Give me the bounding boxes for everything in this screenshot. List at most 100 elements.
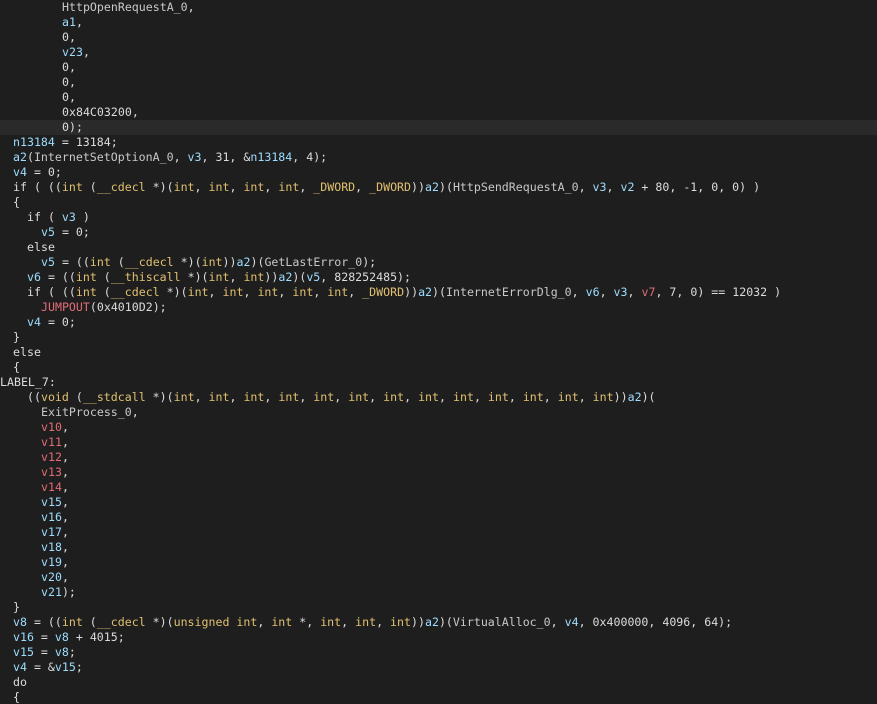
variable-token[interactable]: v3 [62, 210, 76, 224]
variable-token[interactable]: n13184 [13, 135, 55, 149]
code-line[interactable]: a1, [0, 15, 877, 30]
variable-token[interactable]: v5 [41, 225, 55, 239]
variable-token[interactable]: v5 [41, 255, 55, 269]
variable-token[interactable]: v4 [565, 615, 579, 629]
undefined-variable-token[interactable]: JUMPOUT [41, 300, 90, 314]
code-line[interactable]: } [0, 330, 877, 345]
code-line[interactable]: v19, [0, 555, 877, 570]
code-line[interactable]: v8 = ((int (__cdecl *)(unsigned int, int… [0, 615, 877, 630]
code-line[interactable]: v11, [0, 435, 877, 450]
code-line[interactable]: 0, [0, 30, 877, 45]
function-name-token[interactable]: ExitProcess_0 [41, 405, 132, 419]
label-token[interactable]: LABEL_7: [0, 375, 56, 389]
code-line[interactable]: v18, [0, 540, 877, 555]
variable-token[interactable]: v17 [41, 525, 62, 539]
variable-token[interactable]: v6 [27, 270, 41, 284]
code-line[interactable]: v4 = 0; [0, 165, 877, 180]
code-line[interactable]: v5 = 0; [0, 225, 877, 240]
undefined-variable-token[interactable]: v11 [41, 435, 62, 449]
code-line[interactable]: v15, [0, 495, 877, 510]
code-line[interactable]: v4 = 0; [0, 315, 877, 330]
code-line[interactable]: v12, [0, 450, 877, 465]
variable-token[interactable]: v8 [55, 645, 69, 659]
variable-token[interactable]: v15 [55, 660, 76, 674]
function-name-token[interactable]: HttpSendRequestA_0 [453, 180, 579, 194]
code-line[interactable]: HttpOpenRequestA_0, [0, 0, 877, 15]
code-line[interactable]: if ( ((int (__cdecl *)(int, int, int, in… [0, 180, 877, 195]
code-line[interactable]: ExitProcess_0, [0, 405, 877, 420]
code-line[interactable]: { [0, 690, 877, 704]
code-line[interactable]: else [0, 240, 877, 255]
code-line[interactable]: v15 = v8; [0, 645, 877, 660]
code-line[interactable]: v13, [0, 465, 877, 480]
function-name-token[interactable]: InternetErrorDlg_0 [446, 285, 572, 299]
variable-token[interactable]: v4 [13, 660, 27, 674]
variable-token[interactable]: v15 [13, 645, 34, 659]
code-line[interactable]: v16, [0, 510, 877, 525]
variable-token[interactable]: a2 [278, 270, 292, 284]
variable-token[interactable]: a1 [62, 15, 76, 29]
code-line[interactable]: v16 = v8 + 4015; [0, 630, 877, 645]
undefined-variable-token[interactable]: v14 [41, 480, 62, 494]
undefined-variable-token[interactable]: v10 [41, 420, 62, 434]
variable-token[interactable]: a2 [425, 180, 439, 194]
code-line[interactable]: v4 = &v15; [0, 660, 877, 675]
variable-token[interactable]: v23 [62, 45, 83, 59]
variable-token[interactable]: n13184 [250, 150, 292, 164]
function-name-token[interactable]: HttpOpenRequestA_0 [62, 0, 188, 14]
variable-token[interactable]: v2 [620, 180, 634, 194]
code-line[interactable]: v21); [0, 585, 877, 600]
variable-token[interactable]: v21 [41, 585, 62, 599]
code-line[interactable]: 0, [0, 75, 877, 90]
function-name-token[interactable]: GetLastError_0 [264, 255, 362, 269]
variable-token[interactable]: v3 [593, 180, 607, 194]
variable-token[interactable]: v8 [13, 615, 27, 629]
code-line[interactable]: n13184 = 13184; [0, 135, 877, 150]
variable-token[interactable]: v6 [586, 285, 600, 299]
variable-token[interactable]: v16 [13, 630, 34, 644]
variable-token[interactable]: a2 [13, 150, 27, 164]
function-name-token[interactable]: InternetSetOptionA_0 [34, 150, 174, 164]
code-line[interactable]: v5 = ((int (__cdecl *)(int))a2)(GetLastE… [0, 255, 877, 270]
variable-token[interactable]: v3 [188, 150, 202, 164]
variable-token[interactable]: a2 [425, 615, 439, 629]
variable-token[interactable]: a2 [628, 390, 642, 404]
code-line[interactable]: LABEL_7: [0, 375, 877, 390]
code-line[interactable]: 0); [0, 120, 877, 135]
variable-token[interactable]: v20 [41, 570, 62, 584]
code-line[interactable]: v10, [0, 420, 877, 435]
code-line[interactable]: a2(InternetSetOptionA_0, v3, 31, &n13184… [0, 150, 877, 165]
pseudocode-view[interactable]: HttpOpenRequestA_0, a1, 0, v23, 0, 0, 0, 0x84C0… [0, 0, 877, 704]
code-line[interactable]: v6 = ((int (__thiscall *)(int, int))a2)(… [0, 270, 877, 285]
variable-token[interactable]: a2 [418, 285, 432, 299]
variable-token[interactable]: v16 [41, 510, 62, 524]
code-line[interactable]: { [0, 360, 877, 375]
code-line[interactable]: else [0, 345, 877, 360]
code-line[interactable]: v20, [0, 570, 877, 585]
code-line[interactable]: ((void (__stdcall *)(int, int, int, int,… [0, 390, 877, 405]
variable-token[interactable]: v5 [306, 270, 320, 284]
code-line[interactable]: v23, [0, 45, 877, 60]
variable-token[interactable]: v15 [41, 495, 62, 509]
variable-token[interactable]: v18 [41, 540, 62, 554]
undefined-variable-token[interactable]: v7 [641, 285, 655, 299]
code-line[interactable]: v14, [0, 480, 877, 495]
variable-token[interactable]: v4 [27, 315, 41, 329]
variable-token[interactable]: v4 [13, 165, 27, 179]
code-line[interactable]: v17, [0, 525, 877, 540]
code-line[interactable]: 0, [0, 90, 877, 105]
code-line[interactable]: do [0, 675, 877, 690]
variable-token[interactable]: v8 [55, 630, 69, 644]
code-line[interactable]: JUMPOUT(0x4010D2); [0, 300, 877, 315]
variable-token[interactable]: a2 [237, 255, 251, 269]
code-line[interactable]: 0, [0, 60, 877, 75]
code-line[interactable]: if ( v3 ) [0, 210, 877, 225]
code-line[interactable]: { [0, 195, 877, 210]
code-line[interactable]: 0x84C03200, [0, 105, 877, 120]
undefined-variable-token[interactable]: v12 [41, 450, 62, 464]
variable-token[interactable]: v19 [41, 555, 62, 569]
code-line[interactable]: if ( ((int (__cdecl *)(int, int, int, in… [0, 285, 877, 300]
variable-token[interactable]: v3 [614, 285, 628, 299]
code-line[interactable]: } [0, 600, 877, 615]
undefined-variable-token[interactable]: v13 [41, 465, 62, 479]
